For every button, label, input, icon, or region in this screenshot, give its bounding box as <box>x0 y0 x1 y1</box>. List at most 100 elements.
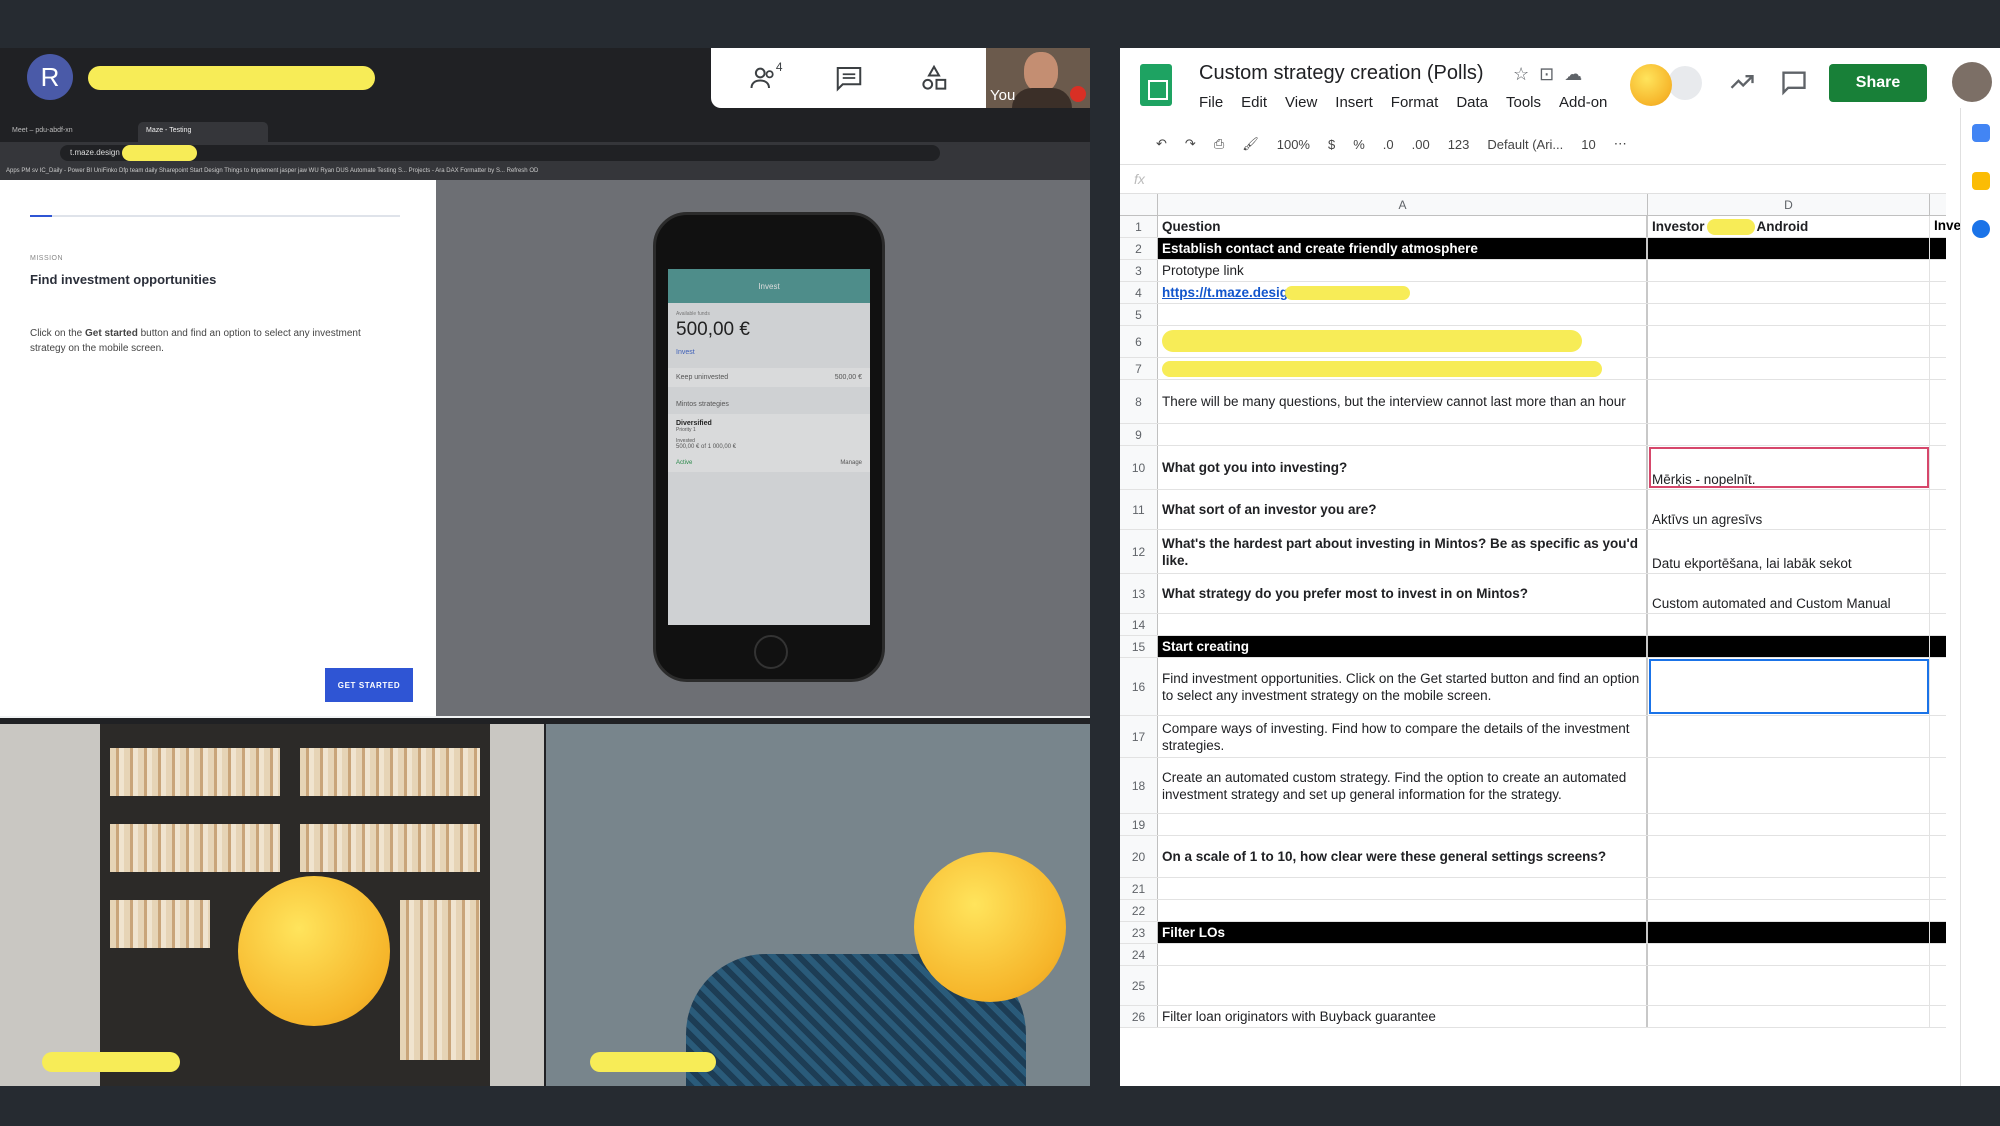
zoom-select[interactable]: 100% <box>1277 137 1310 152</box>
cell-a[interactable] <box>1158 614 1648 635</box>
cell-e[interactable]: Inve <box>1930 216 1961 237</box>
account-avatar[interactable] <box>1952 62 1992 102</box>
cell-d[interactable]: Aktīvs un agresīvs <box>1648 490 1930 529</box>
row-number[interactable]: 4 <box>1120 282 1158 303</box>
row-number[interactable]: 14 <box>1120 614 1158 635</box>
row-number[interactable]: 6 <box>1120 326 1158 357</box>
bookmarks-bar[interactable]: Apps PM sv IC_Daily - Power BI UniFinko … <box>0 164 1090 180</box>
prototype-link[interactable]: https://t.maze.design. <box>1162 284 1300 301</box>
row-number[interactable]: 23 <box>1120 922 1158 943</box>
cell-e[interactable] <box>1930 836 1946 877</box>
cell-e[interactable] <box>1930 380 1946 423</box>
row-number[interactable]: 15 <box>1120 636 1158 657</box>
cell-a[interactable] <box>1158 944 1648 965</box>
activities-button[interactable] <box>909 58 959 98</box>
cell-a[interactable]: Prototype link <box>1158 260 1648 281</box>
cell-a[interactable] <box>1158 966 1648 1005</box>
cell-a[interactable]: Create an automated custom strategy. Fin… <box>1158 758 1648 813</box>
tasks-icon[interactable] <box>1972 220 1990 238</box>
formula-bar[interactable]: fx <box>1120 164 1946 194</box>
cell-d[interactable] <box>1648 424 1930 445</box>
cell-d[interactable]: Custom automated and Custom Manual <box>1648 574 1930 613</box>
cell-e[interactable] <box>1930 530 1946 573</box>
menu-file[interactable]: File <box>1199 94 1223 111</box>
font-size-select[interactable]: 10 <box>1581 137 1595 152</box>
strategy-card[interactable]: Diversified Priority 1 Invested 500,00 €… <box>668 414 870 472</box>
row-number[interactable]: 19 <box>1120 814 1158 835</box>
chat-button[interactable] <box>824 58 874 98</box>
cell-e[interactable] <box>1930 260 1946 281</box>
cell-e[interactable] <box>1930 446 1946 489</box>
cell-d[interactable] <box>1648 836 1930 877</box>
cell-e[interactable] <box>1930 574 1946 613</box>
row-number[interactable]: 9 <box>1120 424 1158 445</box>
cell-d[interactable] <box>1648 1006 1930 1027</box>
cell-e[interactable] <box>1930 490 1946 529</box>
cell-e[interactable] <box>1930 878 1946 899</box>
cell-e[interactable] <box>1930 966 1946 1005</box>
cell-a[interactable] <box>1158 814 1648 835</box>
row-number[interactable]: 24 <box>1120 944 1158 965</box>
font-select[interactable]: Default (Ari... <box>1487 137 1563 152</box>
cell-d[interactable] <box>1648 260 1930 281</box>
share-button[interactable]: Share <box>1829 64 1927 102</box>
more-icon[interactable]: ⋯ <box>1614 136 1627 152</box>
calendar-icon[interactable] <box>1972 124 1990 142</box>
row-number[interactable]: 2 <box>1120 238 1158 259</box>
activity-trend-icon[interactable] <box>1728 68 1756 96</box>
currency-button[interactable]: $ <box>1328 137 1335 152</box>
collaborators-chip[interactable] <box>1668 66 1702 100</box>
menu-insert[interactable]: Insert <box>1335 94 1373 111</box>
cell-e[interactable] <box>1930 814 1946 835</box>
cell-a[interactable]: Filter LOs <box>1158 922 1648 943</box>
cell-e[interactable] <box>1930 282 1946 303</box>
cell-d[interactable] <box>1648 636 1930 657</box>
cell-e[interactable] <box>1930 304 1946 325</box>
cell-d[interactable]: Datu ekportēšana, lai labāk sekot <box>1648 530 1930 573</box>
cell-a[interactable]: Filter loan originators with Buyback gua… <box>1158 1006 1648 1027</box>
row-number[interactable]: 1 <box>1120 216 1158 237</box>
cell-d[interactable] <box>1648 814 1930 835</box>
browser-tab-maze[interactable]: Maze - Testing <box>138 122 268 142</box>
row-number[interactable]: 13 <box>1120 574 1158 613</box>
paint-format-icon[interactable]: 🖌 <box>1242 136 1259 152</box>
cell-d[interactable] <box>1648 900 1930 921</box>
cell-d[interactable] <box>1648 658 1930 715</box>
cell-e[interactable] <box>1930 758 1946 813</box>
phone-screen[interactable]: Invest Available funds 500,00 € Invest K… <box>668 269 870 625</box>
undo-icon[interactable]: ↶ <box>1156 136 1167 152</box>
comment-icon[interactable] <box>1780 68 1808 96</box>
cell-d[interactable] <box>1648 282 1930 303</box>
cell-d[interactable] <box>1648 304 1930 325</box>
row-number[interactable]: 25 <box>1120 966 1158 1005</box>
doc-title[interactable]: Custom strategy creation (Polls) <box>1199 62 1484 85</box>
browser-tab-meet[interactable]: Meet – pdu-abdf-xn <box>4 122 134 142</box>
cell-d[interactable] <box>1648 716 1930 757</box>
cell-d[interactable] <box>1648 966 1930 1005</box>
cell-e[interactable] <box>1930 1006 1946 1027</box>
cell-a[interactable] <box>1158 304 1648 325</box>
cell-a[interactable] <box>1158 878 1648 899</box>
invest-link[interactable]: Invest <box>668 343 870 362</box>
row-number[interactable]: 16 <box>1120 658 1158 715</box>
cell-a[interactable]: What's the hardest part about investing … <box>1158 530 1648 573</box>
cell-e[interactable] <box>1930 922 1946 943</box>
row-number[interactable]: 20 <box>1120 836 1158 877</box>
cell-d[interactable] <box>1648 758 1930 813</box>
redo-icon[interactable]: ↷ <box>1185 136 1196 152</box>
self-video-tile[interactable]: You <box>986 48 1090 108</box>
menu-format[interactable]: Format <box>1391 94 1439 111</box>
cell-d[interactable] <box>1648 380 1930 423</box>
move-icon[interactable]: ⊡ <box>1539 64 1564 84</box>
cell-a[interactable] <box>1158 900 1648 921</box>
cell-a[interactable]: Start creating <box>1158 636 1648 657</box>
cell-a[interactable]: There will be many questions, but the in… <box>1158 380 1648 423</box>
cell-e[interactable] <box>1930 944 1946 965</box>
cell-a[interactable]: Compare ways of investing. Find how to c… <box>1158 716 1648 757</box>
cell-d[interactable]: Mērķis - nopelnīt. <box>1648 446 1930 489</box>
row-number[interactable]: 11 <box>1120 490 1158 529</box>
cell-a[interactable]: On a scale of 1 to 10, how clear were th… <box>1158 836 1648 877</box>
row-number[interactable]: 21 <box>1120 878 1158 899</box>
cell-a[interactable]: What got you into investing? <box>1158 446 1648 489</box>
cell-e[interactable] <box>1930 238 1946 259</box>
